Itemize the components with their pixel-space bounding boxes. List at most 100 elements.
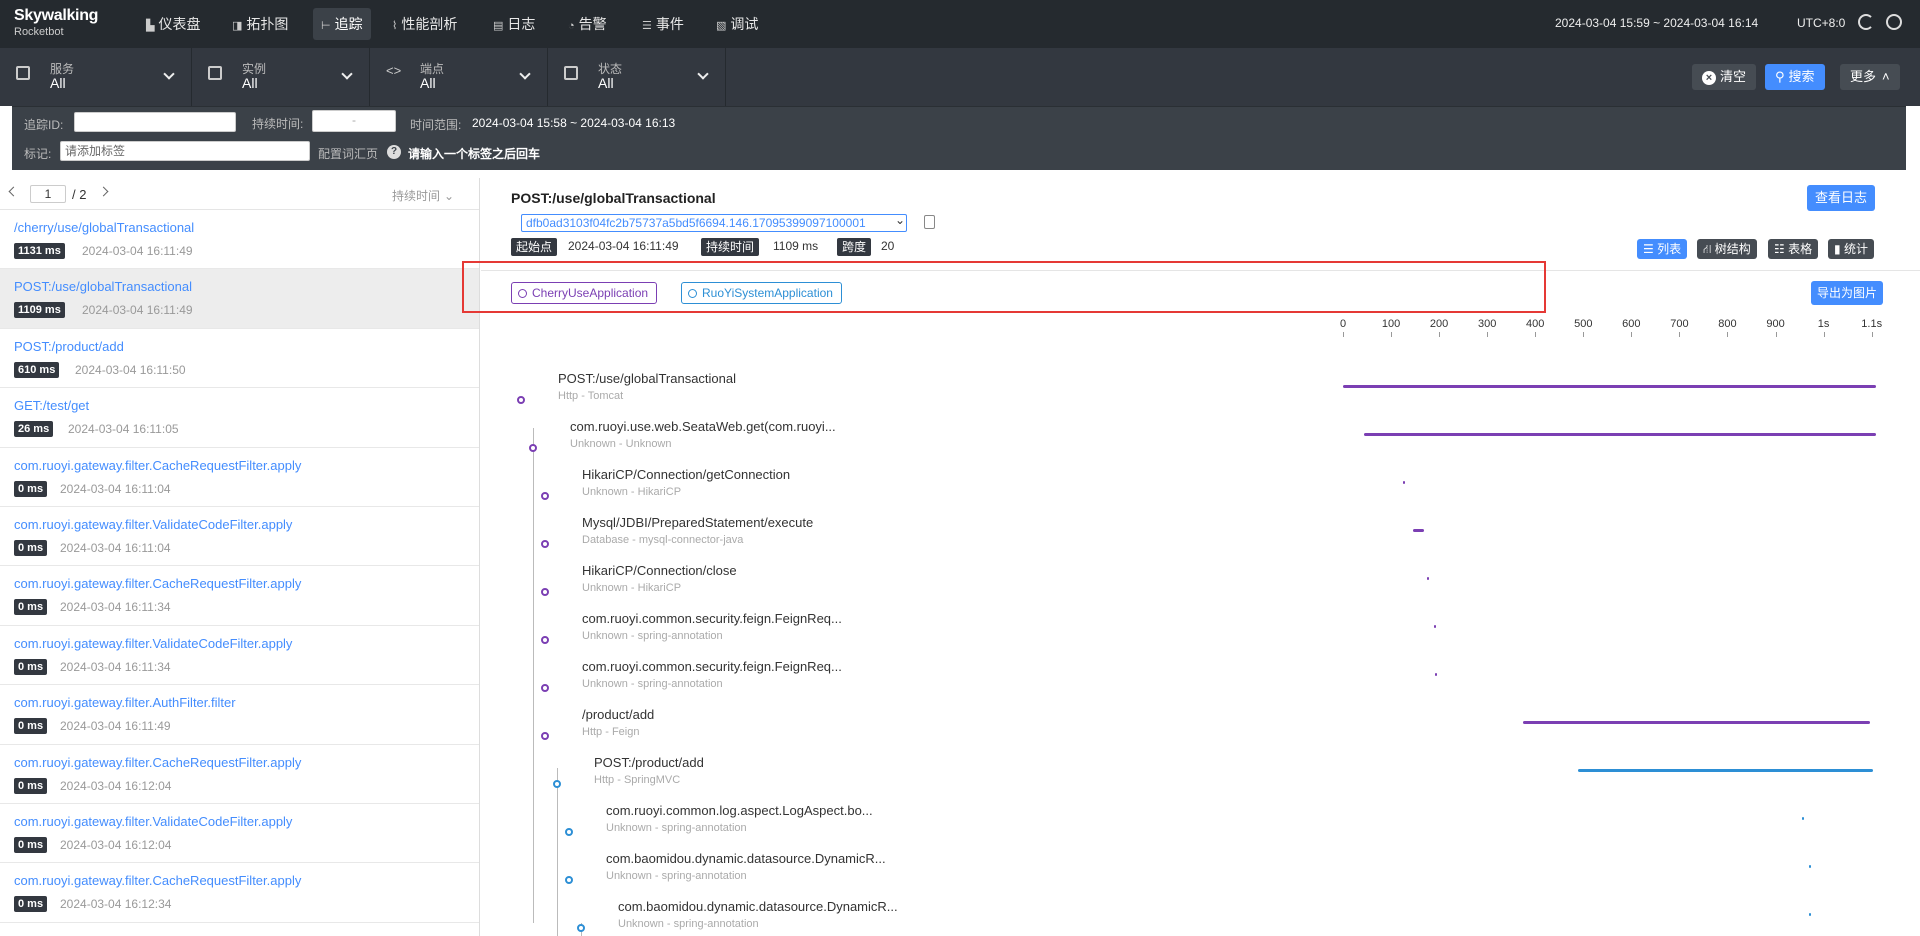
span-node-icon[interactable] xyxy=(541,540,549,548)
global-time-range[interactable]: 2024-03-04 15:59 ~ 2024-03-04 16:14 xyxy=(1555,16,1758,30)
top-navigation: Skywalking Rocketbot ▙ 仪表盘 ◨ 拓扑图 ⊢ 追踪 ⌇ 性能剖析… xyxy=(0,0,1920,48)
more-button[interactable]: 更多 ˄ xyxy=(1840,64,1900,90)
trace-list-panel: 1 / 2 持续时间 ⌄ /cherry/use/globalTransactio… xyxy=(0,178,480,936)
page-total: / 2 xyxy=(72,187,87,202)
trace-list-item[interactable]: com.ruoyi.gateway.filter.CacheRequestFil… xyxy=(0,745,479,804)
service-filter[interactable]: 服务 All xyxy=(0,48,192,106)
span-duration-bar[interactable] xyxy=(1403,481,1406,484)
trace-start-time: 2024-03-04 16:11:34 xyxy=(60,659,171,674)
nav-debug[interactable]: ▧ 调试 xyxy=(708,8,766,40)
instance-filter[interactable]: 实例 All xyxy=(192,48,370,106)
span-node-icon[interactable] xyxy=(565,828,573,836)
span-duration-bar[interactable] xyxy=(1801,817,1804,820)
span-duration-bar[interactable] xyxy=(1577,769,1873,772)
trace-duration-badge: 0 ms xyxy=(14,837,48,853)
span-node-icon[interactable] xyxy=(577,924,585,932)
prev-page-icon[interactable] xyxy=(8,186,19,197)
search-button[interactable]: ⚲ 搜索 xyxy=(1765,64,1825,90)
scale-tick-label: 600 xyxy=(1622,318,1641,330)
span-duration-bar[interactable] xyxy=(1426,577,1429,580)
span-node-icon[interactable] xyxy=(541,492,549,500)
status-filter[interactable]: 状态 All xyxy=(548,48,726,106)
span-duration-bar[interactable] xyxy=(1363,433,1876,436)
span-name: com.ruoyi.common.security.feign.FeignReq… xyxy=(582,659,842,674)
trace-start-time: 2024-03-04 16:11:49 xyxy=(82,303,193,318)
timezone-label[interactable]: UTC+8:0 xyxy=(1797,16,1845,30)
view-logs-button[interactable]: 查看日志 xyxy=(1807,185,1876,211)
trace-list-item[interactable]: com.ruoyi.gateway.filter.AuthFilter.filt… xyxy=(0,685,479,745)
span-node-icon[interactable] xyxy=(529,444,537,452)
service-tag-cherry[interactable]: CherryUseApplication xyxy=(511,282,658,304)
page-input[interactable]: 1 xyxy=(30,185,66,203)
span-node-icon[interactable] xyxy=(541,732,549,740)
span-node-icon[interactable] xyxy=(541,636,549,644)
span-component: Database - mysql-connector-java xyxy=(582,534,744,546)
scale-tick-mark xyxy=(1871,332,1873,337)
span-node-icon[interactable] xyxy=(565,876,573,884)
trace-list-item[interactable]: com.ruoyi.gateway.filter.ValidateCodeFil… xyxy=(0,507,479,567)
duration-input[interactable]: - xyxy=(312,110,396,132)
app-logo[interactable]: Skywalking Rocketbot xyxy=(14,8,98,38)
trace-list-item[interactable]: com.ruoyi.gateway.filter.CacheRequestFil… xyxy=(0,566,479,626)
clear-button[interactable]: × 清空 xyxy=(1692,64,1757,90)
trace-id-select[interactable]: dfb0ad3103f04fc2b75737a5bd5f6694.146.170… xyxy=(521,214,907,232)
sort-select[interactable]: 持续时间 ⌄ xyxy=(392,187,454,204)
nav-topology[interactable]: ◨ 拓扑图 xyxy=(224,8,296,40)
nav-log[interactable]: ▤ 日志 xyxy=(485,8,543,40)
span-node-icon[interactable] xyxy=(541,684,549,692)
config-vocabulary-link[interactable]: 配置词汇页 xyxy=(318,145,378,162)
trace-list-item[interactable]: com.ruoyi.gateway.filter.ValidateCodeFil… xyxy=(0,626,479,686)
trace-list-item[interactable]: /cherry/use/globalTransactional 1131 ms 20… xyxy=(0,210,479,270)
span-duration-bar[interactable] xyxy=(1434,625,1437,628)
export-image-button[interactable]: 导出为图片 xyxy=(1811,281,1884,305)
tags-input[interactable]: 请添加标签 xyxy=(60,141,310,161)
endpoint-filter[interactable]: <> 端点 All xyxy=(370,48,548,106)
chevron-down-icon xyxy=(519,68,531,80)
info-icon[interactable] xyxy=(1886,14,1902,30)
span-component: Unknown - spring-annotation xyxy=(582,630,723,642)
trace-id-input[interactable] xyxy=(74,112,236,132)
view-table-button[interactable]: ☷ 表格 xyxy=(1768,239,1819,259)
code-icon: <> xyxy=(386,63,402,78)
auto-refresh-icon[interactable] xyxy=(1858,14,1874,30)
span-node-icon[interactable] xyxy=(541,588,549,596)
service-tag-ruoyi-system[interactable]: RuoYiSystemApplication xyxy=(681,282,842,304)
trace-list-item[interactable]: POST:/use/globalTransactional 1109 ms 2024… xyxy=(0,269,479,329)
view-tree-button[interactable]: ⛙ 树结构 xyxy=(1697,239,1757,259)
nav-alarm[interactable]: ◔ 告警 xyxy=(560,8,615,40)
span-duration-bar[interactable] xyxy=(1808,913,1811,916)
span-duration-bar[interactable] xyxy=(1808,865,1811,868)
nav-profile[interactable]: ⌇ 性能剖析 xyxy=(384,8,465,40)
circle-icon xyxy=(518,289,527,298)
scale-tick-label: 500 xyxy=(1574,318,1593,330)
view-stats-button[interactable]: ▮ 统计 xyxy=(1828,239,1874,259)
trace-list-item[interactable]: POST:/product/add 610 ms 2024-03-04 16:11:… xyxy=(0,329,479,389)
view-list-button[interactable]: ☰ 列表 xyxy=(1637,239,1688,259)
span-node-icon[interactable] xyxy=(517,396,525,404)
span-duration-bar[interactable] xyxy=(1412,529,1424,532)
trace-list-item[interactable]: com.ruoyi.gateway.filter.ValidateCodeFil… xyxy=(0,804,479,864)
nav-event[interactable]: ☰ 事件 xyxy=(634,8,692,40)
span-component: Unknown - HikariCP xyxy=(582,486,682,498)
help-icon[interactable]: ? xyxy=(387,145,401,159)
nav-dashboard[interactable]: ▙ 仪表盘 xyxy=(138,8,208,40)
copy-icon[interactable] xyxy=(924,215,935,229)
trace-endpoint-name: com.ruoyi.gateway.filter.CacheRequestFil… xyxy=(14,873,302,889)
span-duration-bar[interactable] xyxy=(1343,385,1876,388)
scale-tick-label: 1.1s xyxy=(1861,318,1883,330)
trace-list-item[interactable]: com.ruoyi.gateway.filter.CacheRequestFil… xyxy=(0,448,479,507)
span-name: POST:/use/globalTransactional xyxy=(558,371,737,386)
span-name: HikariCP/Connection/close xyxy=(582,563,737,578)
span-node-icon[interactable] xyxy=(553,780,561,788)
trace-list-item[interactable]: GET:/test/get 26 ms 2024-03-04 16:11:05 xyxy=(0,388,479,448)
span-duration-bar[interactable] xyxy=(1523,721,1870,724)
next-page-icon[interactable] xyxy=(98,186,109,197)
span-component: Http - Feign xyxy=(582,726,640,738)
time-range-value[interactable]: 2024-03-04 15:58 ~ 2024-03-04 16:13 xyxy=(472,116,675,130)
trace-list-item[interactable]: com.ruoyi.gateway.filter.CacheRequestFil… xyxy=(0,863,479,923)
nav-trace[interactable]: ⊢ 追踪 xyxy=(313,8,371,40)
span-duration-bar[interactable] xyxy=(1434,673,1437,676)
scale-tick-label: 0 xyxy=(1339,318,1347,330)
span-name: com.baomidou.dynamic.datasource.DynamicR… xyxy=(618,899,898,914)
scale-tick-mark xyxy=(1583,332,1585,337)
